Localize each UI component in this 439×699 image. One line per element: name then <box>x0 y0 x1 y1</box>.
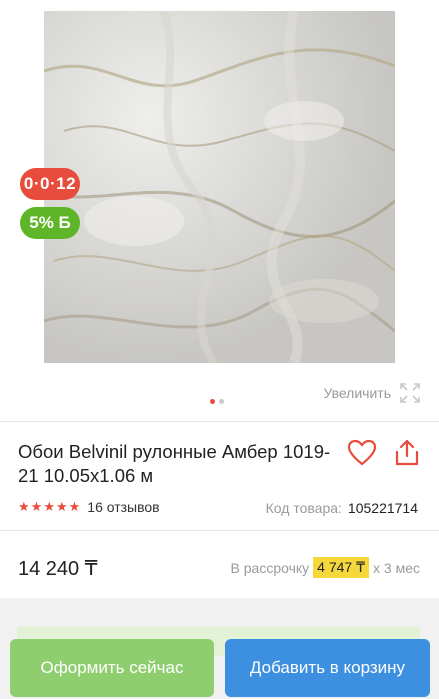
product-price: 14 240 ₸ <box>18 558 98 580</box>
installment-info[interactable]: В рассрочку 4 747 ₸ х 3 мес <box>231 557 420 578</box>
installment-suffix: х 3 мес <box>373 559 420 576</box>
installment-amount: 4 747 ₸ <box>313 557 370 578</box>
star-icon: ★ <box>68 499 81 514</box>
zoom-label: Увеличить <box>323 385 391 401</box>
bonus-badge: 5% Б <box>20 207 80 239</box>
pagination-dot-active[interactable] <box>210 399 215 404</box>
add-to-cart-button[interactable]: Добавить в корзину <box>225 639 430 697</box>
star-icon: ★ <box>43 499 55 514</box>
rating-row[interactable]: ★ ★ ★ ★ ★ 16 отзывов <box>18 499 160 515</box>
product-sku: Код товара: 105221714 <box>266 500 418 516</box>
star-icon: ★ <box>18 499 30 514</box>
rating-stars: ★ ★ ★ ★ ★ <box>18 499 80 515</box>
zoom-button[interactable]: Увеличить <box>323 382 421 404</box>
pagination-dot[interactable] <box>219 399 224 404</box>
installment-badge: 0·0·12 <box>20 168 80 200</box>
order-now-button[interactable]: Оформить сейчас <box>10 639 214 697</box>
divider <box>0 421 439 422</box>
sku-value: 105221714 <box>347 500 418 516</box>
reviews-count[interactable]: 16 отзывов <box>87 499 159 515</box>
product-image[interactable] <box>44 11 395 363</box>
star-icon: ★ <box>30 499 43 514</box>
gallery-pagination <box>210 399 224 404</box>
share-icon[interactable] <box>394 438 420 468</box>
sku-label: Код товара: <box>265 500 342 516</box>
product-gallery[interactable]: 0·0·12 5% Б Увеличить <box>0 0 439 412</box>
star-icon: ★ <box>55 499 68 514</box>
product-title: Обои Belvinil рулонные Амбер 1019-21 10.… <box>18 441 331 486</box>
divider <box>0 530 439 531</box>
installment-prefix: В рассрочку <box>230 559 310 576</box>
expand-icon <box>400 383 420 403</box>
favorite-heart-icon[interactable] <box>346 437 378 469</box>
